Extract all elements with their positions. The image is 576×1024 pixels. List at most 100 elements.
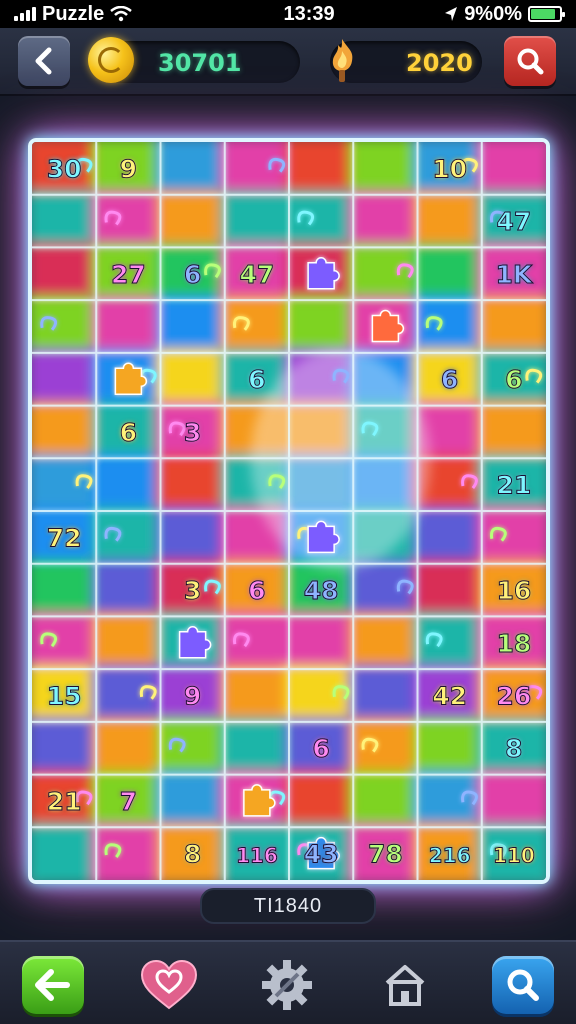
board-highlight (250, 349, 431, 570)
status-bar: Puzzle 13:39 9%0% (0, 0, 576, 28)
puzzle-cell[interactable] (32, 190, 101, 252)
puzzle-cell[interactable] (413, 559, 486, 621)
puzzle-cell[interactable] (220, 717, 293, 779)
battery-icon (528, 6, 565, 22)
puzzle-cell[interactable] (92, 559, 165, 621)
cell-number: 42 (432, 682, 467, 711)
cell-number: 1K (495, 260, 533, 289)
puzzle-cell[interactable] (413, 190, 486, 252)
search-button[interactable] (504, 36, 556, 86)
cell-number: 43 (304, 840, 339, 869)
puzzle-cell[interactable] (156, 507, 229, 568)
back-button[interactable] (18, 36, 70, 86)
cell-number: 9 (184, 682, 201, 711)
home-button[interactable] (374, 956, 436, 1014)
cell-number: 6 (441, 365, 458, 394)
chevron-left-icon (35, 47, 52, 75)
cell-number: 3 (184, 576, 201, 605)
puzzle-cell[interactable] (92, 190, 165, 252)
puzzle-cell[interactable] (156, 717, 229, 779)
puzzle-cell[interactable] (477, 142, 546, 199)
coin-icon (88, 37, 134, 83)
puzzle-grid: 30 9 10 47 27 6 47 1K 6 6 6 6 3 21 72 3 6 48 16 18 15 9 42 26 6 8… (32, 142, 546, 880)
puzzle-cell[interactable] (32, 243, 101, 305)
cell-number: 8 (505, 734, 522, 763)
puzzle-cell[interactable] (220, 665, 293, 726)
coins-counter: 30701 (88, 37, 300, 83)
puzzle-piece-icon (114, 362, 148, 395)
cell-number: 110 (493, 844, 535, 868)
puzzle-cell[interactable] (349, 665, 422, 726)
puzzle-cell[interactable] (92, 454, 165, 515)
cell-number: 15 (47, 682, 82, 711)
cell-number: 116 (236, 844, 278, 868)
search-nav-button[interactable] (492, 956, 554, 1014)
puzzle-cell[interactable] (413, 717, 486, 779)
puzzle-cell[interactable] (156, 142, 229, 199)
puzzle-cell[interactable] (92, 612, 165, 674)
status-app-name: Puzzle (42, 2, 105, 25)
cell-number: 7 (120, 787, 137, 816)
puzzle-cell[interactable] (413, 243, 486, 305)
puzzle-cell[interactable] (349, 142, 422, 199)
arrow-left-icon (35, 969, 70, 1001)
favorites-button[interactable] (138, 956, 200, 1014)
puzzle-piece-icon (243, 784, 276, 817)
puzzle-cell[interactable] (92, 296, 165, 357)
cell-number: 30 (47, 154, 82, 183)
puzzle-cell[interactable] (156, 296, 229, 357)
puzzle-cell[interactable] (92, 823, 165, 880)
puzzle-cell[interactable] (285, 296, 358, 357)
puzzle-cell[interactable] (477, 296, 546, 357)
puzzle-cell[interactable] (413, 507, 486, 568)
puzzle-cell[interactable] (477, 401, 546, 463)
location-icon (445, 7, 458, 21)
cell-number: 47 (496, 207, 531, 236)
puzzle-cell[interactable] (156, 454, 229, 515)
puzzle-cell[interactable] (413, 296, 486, 357)
signal-icon (14, 7, 36, 21)
puzzle-cell[interactable] (92, 717, 165, 779)
puzzle-cell[interactable] (32, 348, 101, 410)
puzzle-cell[interactable] (220, 190, 293, 252)
puzzle-cell[interactable] (156, 770, 229, 832)
cell-number: 16 (496, 576, 531, 605)
cell-number: 18 (496, 629, 531, 658)
puzzle-cell[interactable] (92, 507, 165, 568)
puzzle-cell[interactable] (32, 401, 101, 463)
puzzle-cell[interactable] (220, 296, 293, 357)
puzzle-board: 30 9 10 47 27 6 47 1K 6 6 6 6 3 21 72 3 6 48 16 18 15 9 42 26 6 8… (28, 138, 550, 884)
cell-number: 78 (368, 840, 403, 869)
puzzle-cell[interactable] (285, 142, 358, 199)
puzzle-cell[interactable] (156, 190, 229, 252)
puzzle-cell[interactable] (477, 507, 546, 568)
cell-number: 6 (184, 260, 201, 289)
wifi-icon (110, 6, 133, 22)
puzzle-cell[interactable] (32, 823, 101, 880)
puzzle-cell[interactable] (32, 717, 101, 779)
puzzle-cell[interactable] (220, 612, 293, 674)
settings-button[interactable] (256, 956, 318, 1014)
cell-number: 3 (184, 418, 201, 447)
puzzle-cell[interactable] (349, 717, 422, 779)
puzzle-cell[interactable] (32, 559, 101, 621)
cell-number: 10 (432, 154, 467, 183)
back-nav-button[interactable] (22, 956, 84, 1014)
puzzle-cell[interactable] (156, 348, 229, 410)
cell-number: 48 (304, 576, 339, 605)
puzzle-cell[interactable] (285, 770, 358, 832)
puzzle-cell[interactable] (349, 190, 422, 252)
cell-number: 6 (505, 365, 522, 394)
cell-number: 47 (239, 260, 274, 289)
puzzle-cell[interactable] (285, 612, 358, 674)
puzzle-cell[interactable] (285, 190, 358, 252)
puzzle-cell[interactable] (349, 612, 422, 674)
cell-number: 6 (248, 576, 265, 605)
puzzle-cell[interactable] (349, 770, 422, 832)
cell-number: 27 (111, 260, 146, 289)
battery-percent: 9%0% (464, 2, 522, 25)
puzzle-cell[interactable] (413, 612, 486, 674)
puzzle-cell[interactable] (477, 770, 546, 832)
gear-icon (262, 960, 312, 1010)
cell-number: 6 (248, 365, 265, 394)
